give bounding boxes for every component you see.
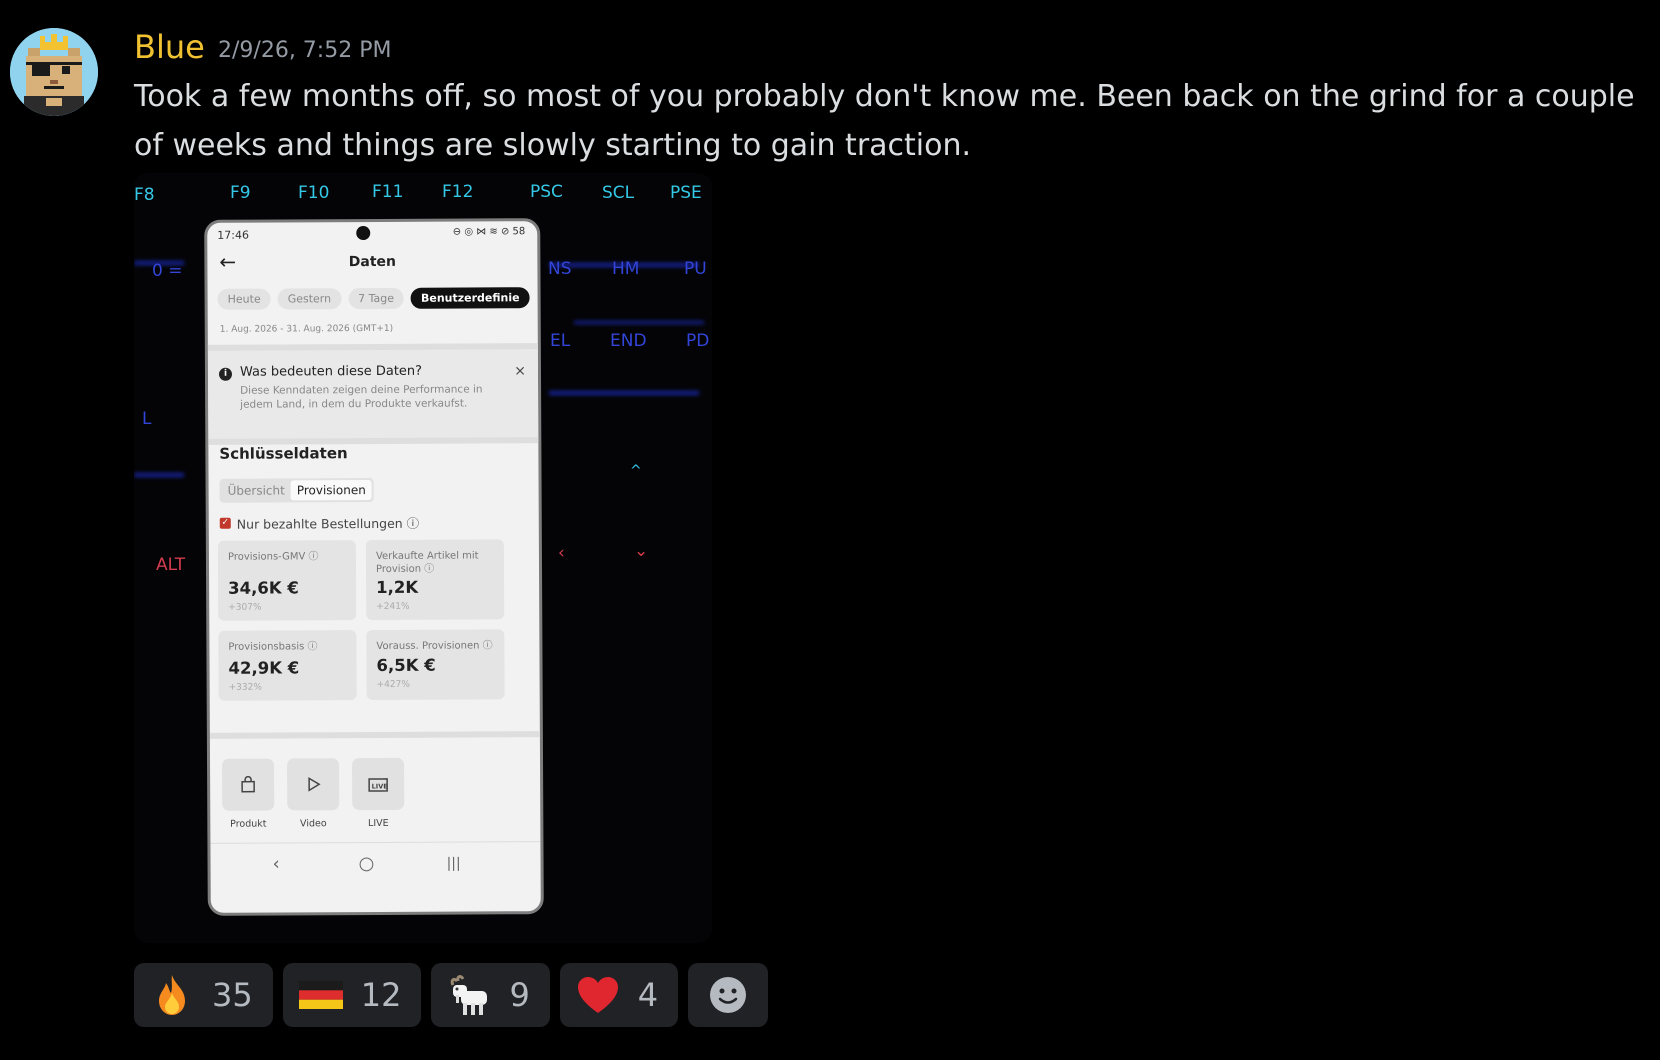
pixel-cat-avatar-icon: [10, 28, 98, 116]
system-home-icon: ○: [358, 853, 375, 875]
metric-cards: Provisions-GMV ⓘ 34,6K € +307% Verkaufte…: [217, 539, 505, 701]
keyboard-glow: [574, 321, 704, 324]
key-f8: F8: [134, 185, 155, 205]
metric-card: Provisions-GMV ⓘ 34,6K € +307%: [217, 540, 357, 621]
key-f12: F12: [442, 182, 474, 202]
metric-change: +332%: [228, 682, 262, 693]
nav-label-produkt: Produkt: [230, 818, 267, 830]
bag-icon: [222, 758, 275, 811]
goat-icon: [447, 973, 491, 1017]
keyboard-glow: [549, 391, 699, 395]
info-icon: i: [218, 367, 233, 381]
message-timestamp: 2/9/26, 7:52 PM: [218, 38, 392, 63]
key-pu: PU: [684, 259, 707, 279]
key-f9: F9: [230, 183, 251, 203]
reaction-fire[interactable]: 35: [134, 963, 273, 1027]
chip-7-tage: 7 Tage: [348, 287, 405, 310]
phone-status-time: 17:46: [217, 228, 249, 242]
system-nav-bar: ‹ ○ |||: [210, 841, 541, 894]
camera-hole-icon: [356, 226, 371, 241]
key-psc: PSC: [530, 182, 563, 202]
metric-value: 6,5K €: [376, 655, 436, 675]
metric-card: Vorauss. Provisionen ⓘ 6,5K € +427%: [366, 629, 505, 701]
tab-uebersicht: Übersicht: [227, 483, 285, 498]
key-pd: PD: [686, 331, 710, 351]
svg-text:LIVE: LIVE: [372, 782, 388, 790]
chip-heute: Heute: [217, 288, 271, 310]
chip-benutzerdefiniert: Benutzerdefinie: [410, 287, 530, 309]
reaction-count: 12: [360, 976, 402, 1014]
red-heart-icon: [576, 973, 620, 1017]
live-icon: LIVE: [352, 757, 405, 811]
segmented-tabs: Übersicht Provisionen: [219, 478, 374, 503]
key-f11: F11: [372, 182, 404, 202]
arrow-up-key-icon: ^: [630, 463, 642, 479]
metric-label: Provisionsbasis ⓘ: [228, 641, 318, 653]
phone-page-title: Daten: [348, 253, 397, 271]
metric-value: 42,9K €: [228, 658, 300, 678]
play-icon: [287, 758, 340, 811]
key-zero: 0 =: [152, 261, 183, 281]
tab-provisionen: Provisionen: [290, 480, 372, 501]
metric-label: Verkaufte Artikel mit Provision ⓘ: [375, 550, 479, 575]
image-attachment[interactable]: F8 F9 F10 F11 F12 PSC SCL PSE NS HM PU E…: [134, 173, 712, 943]
avatar[interactable]: [10, 28, 98, 116]
metric-card: Verkaufte Artikel mit Provision ⓘ 1,2K +…: [365, 539, 505, 621]
keyboard-glow: [134, 473, 184, 477]
system-recents-icon: |||: [446, 855, 461, 872]
reaction-red-heart[interactable]: 4: [559, 963, 679, 1027]
metric-change: +307%: [228, 602, 262, 613]
date-filter-chips: Heute Gestern 7 Tage Benutzerdefinie: [217, 287, 530, 310]
nav-label-video: Video: [300, 818, 327, 830]
info-banner: i Was bedeuten diese Daten? × Diese Kenn…: [207, 343, 539, 445]
reaction-count: 35: [212, 976, 253, 1014]
close-icon: ×: [514, 363, 527, 380]
key-f10: F10: [298, 183, 330, 203]
fire-icon: [150, 973, 194, 1017]
smiley-add-reaction-icon: [706, 973, 750, 1017]
date-range: 1. Aug. 2026 - 31. Aug. 2026 (GMT+1): [219, 323, 394, 335]
arrow-down-key-icon: ⌄: [634, 541, 649, 561]
shortcut-nav: Produkt Video LIVE LIVE: [209, 731, 541, 839]
key-alt: ALT: [156, 555, 186, 575]
key-ins: NS: [548, 259, 572, 279]
phone-status-icons: ⊖ ◎ ⋈ ≋ ⊘ 58: [452, 226, 526, 238]
key-end: END: [610, 331, 647, 351]
metric-value: 1,2K: [376, 577, 419, 597]
key-l: L: [142, 409, 152, 429]
system-back-icon: ‹: [272, 853, 280, 875]
chip-gestern: Gestern: [277, 288, 342, 310]
section-title: Schlüsseldaten: [219, 444, 348, 463]
info-description: Diese Kenndaten zeigen deine Performance…: [240, 383, 483, 411]
metric-card: Provisionsbasis ⓘ 42,9K € +332%: [218, 630, 357, 701]
metric-label: Provisions-GMV ⓘ: [227, 551, 319, 563]
checkbox-checked-icon: ✓: [219, 517, 231, 529]
paid-orders-checkbox-row: ✓ Nur bezahlte Bestellungen ⓘ: [219, 513, 420, 533]
key-pse: PSE: [670, 183, 702, 203]
phone-screenshot: 17:46 ⊖ ◎ ⋈ ≋ ⊘ 58 ← Daten Heute Gestern…: [204, 218, 544, 916]
metric-label: Vorauss. Provisionen ⓘ: [376, 640, 493, 652]
germany-flag-icon: [298, 973, 343, 1017]
nav-label-live: LIVE: [368, 817, 389, 830]
checkbox-label: Nur bezahlte Bestellungen ⓘ: [236, 515, 420, 532]
key-del: EL: [550, 331, 571, 351]
message-text: Took a few months off, so most of you pr…: [134, 79, 1635, 163]
metric-change: +241%: [376, 601, 410, 612]
author-name[interactable]: Blue: [134, 28, 205, 66]
metric-value: 34,6K €: [228, 578, 299, 598]
info-title: Was bedeuten diese Daten?: [239, 363, 423, 380]
key-scl: SCL: [602, 183, 635, 203]
reaction-count: 4: [637, 976, 659, 1014]
reaction-count: 9: [509, 976, 530, 1014]
reactions-bar: 35 12 9 4: [134, 963, 769, 1027]
add-reaction-button[interactable]: [688, 963, 769, 1027]
reaction-goat[interactable]: 9: [431, 963, 550, 1027]
arrow-left-key-icon: ‹: [558, 543, 565, 563]
metric-change: +427%: [376, 679, 410, 690]
reaction-germany-flag[interactable]: 12: [282, 963, 422, 1027]
key-hm: HM: [612, 259, 640, 279]
